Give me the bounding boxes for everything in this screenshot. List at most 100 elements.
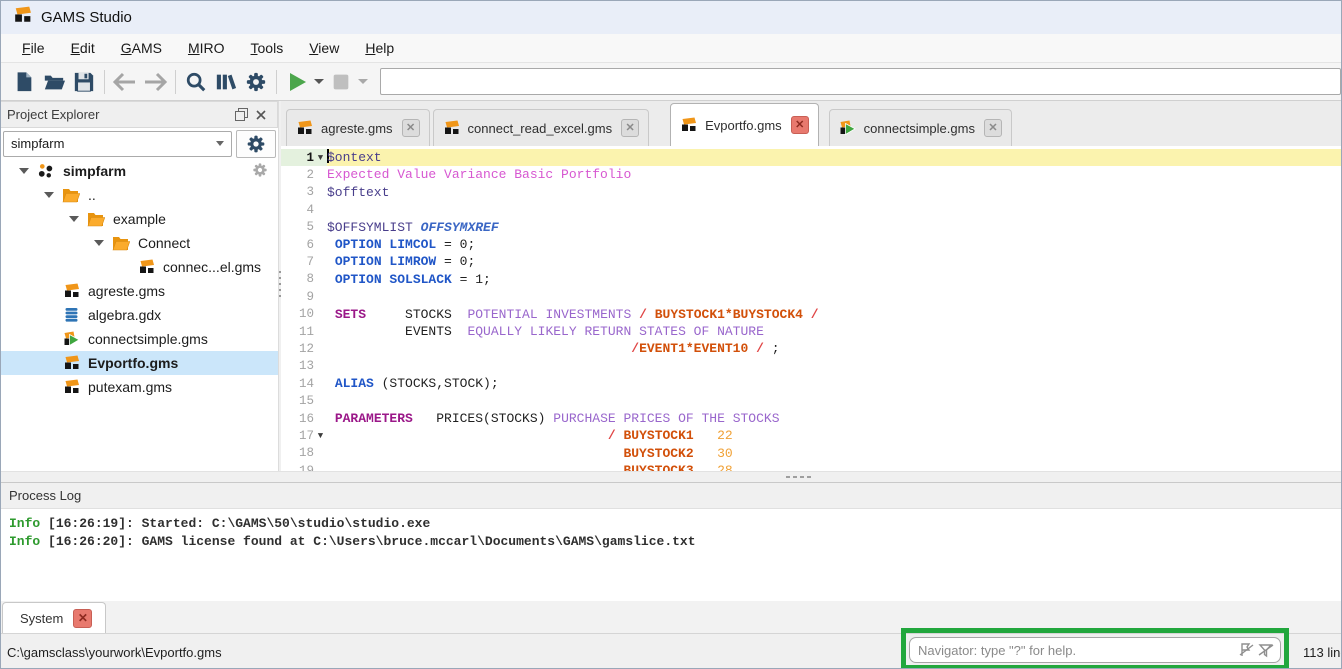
code-token: = 0; bbox=[436, 237, 475, 252]
save-icon[interactable] bbox=[69, 67, 99, 97]
tree-item-algebra-gdx[interactable]: algebra.gdx bbox=[1, 303, 278, 327]
editor-pane: agreste.gms✕connect_read_excel.gms✕ Evpor… bbox=[281, 101, 1341, 471]
project-options-button[interactable] bbox=[236, 130, 276, 158]
close-icon[interactable]: ✕ bbox=[621, 119, 639, 137]
horizontal-splitter[interactable] bbox=[1, 471, 1341, 482]
run-dropdown-icon[interactable] bbox=[312, 70, 326, 94]
tree-item-connec-el-gms[interactable]: connec...el.gms bbox=[1, 255, 278, 279]
window-title: GAMS Studio bbox=[41, 9, 132, 26]
menu-edit[interactable]: Edit bbox=[58, 37, 108, 59]
close-icon[interactable]: ✕ bbox=[984, 119, 1002, 137]
tab-evportfo-gms[interactable]: Evportfo.gms✕ bbox=[670, 103, 819, 146]
line-number-gutter: 13 bbox=[281, 358, 327, 375]
code-line-8[interactable]: 8 OPTION SOLSLACK = 1; bbox=[281, 271, 1341, 288]
tree-item-evportfo-gms[interactable]: Evportfo.gms bbox=[1, 351, 278, 375]
tree-item-label: putexam.gms bbox=[88, 379, 172, 395]
code-text: BUYSTOCK2 30 bbox=[327, 445, 1341, 462]
menu-gams[interactable]: GAMS bbox=[108, 37, 175, 59]
tab-system[interactable]: System ✕ bbox=[2, 602, 106, 633]
menu-miro[interactable]: MIRO bbox=[175, 37, 238, 59]
code-line-3[interactable]: 3$offtext bbox=[281, 184, 1341, 201]
tree-item-label: .. bbox=[88, 187, 96, 203]
navigator-input[interactable] bbox=[918, 643, 1237, 658]
code-text: SETS STOCKS POTENTIAL INVESTMENTS / BUYS… bbox=[327, 306, 1341, 323]
splitter-grip-dash bbox=[800, 476, 804, 478]
code-line-13[interactable]: 13 bbox=[281, 358, 1341, 375]
tree-item-agreste-gms[interactable]: agreste.gms bbox=[1, 279, 278, 303]
process-log-body[interactable]: Info [16:26:19]: Started: C:\GAMS\50\stu… bbox=[1, 509, 1341, 601]
line-number: 15 bbox=[299, 394, 314, 408]
code-line-9[interactable]: 9 bbox=[281, 288, 1341, 305]
close-icon[interactable]: ✕ bbox=[402, 119, 420, 137]
code-line-4[interactable]: 4 bbox=[281, 201, 1341, 218]
code-line-6[interactable]: 6 OPTION LIMCOL = 0; bbox=[281, 236, 1341, 253]
code-token: 28 bbox=[717, 463, 733, 471]
code-line-5[interactable]: 5$OFFSYMLIST OFFSYMXREF bbox=[281, 219, 1341, 236]
crossed-flag-icon bbox=[1237, 641, 1256, 659]
code-line-14[interactable]: 14 ALIAS (STOCKS,STOCK); bbox=[281, 375, 1341, 392]
code-token bbox=[413, 220, 421, 235]
search-icon[interactable] bbox=[181, 67, 211, 97]
code-line-15[interactable]: 15 bbox=[281, 392, 1341, 409]
code-token bbox=[327, 428, 608, 443]
code-token bbox=[327, 254, 335, 269]
code-line-16[interactable]: 16 PARAMETERS PRICES(STOCKS) PURCHASE PR… bbox=[281, 410, 1341, 427]
tree-item-example[interactable]: example bbox=[1, 207, 278, 231]
menu-view[interactable]: View bbox=[296, 37, 352, 59]
line-number: 16 bbox=[299, 412, 314, 426]
code-line-11[interactable]: 11 EVENTS EQUALLY LIKELY RETURN STATES O… bbox=[281, 323, 1341, 340]
code-token bbox=[327, 237, 335, 252]
tab-connectsimple-gms[interactable]: connectsimple.gms✕ bbox=[829, 109, 1012, 146]
stop-icon bbox=[326, 67, 356, 97]
code-line-1[interactable]: 1▼$ontext bbox=[281, 149, 1341, 166]
close-panel-icon[interactable] bbox=[251, 106, 271, 124]
close-icon[interactable]: ✕ bbox=[791, 116, 809, 134]
tree-item-simpfarm[interactable]: simpfarm bbox=[1, 159, 278, 183]
fold-arrow-icon[interactable]: ▼ bbox=[314, 431, 327, 441]
tab-agreste-gms[interactable]: agreste.gms✕ bbox=[286, 109, 430, 146]
project-icon bbox=[36, 162, 56, 180]
run-icon[interactable] bbox=[282, 67, 312, 97]
code-token: BUYSTOCK3 bbox=[623, 463, 693, 471]
tree-expander-icon[interactable] bbox=[11, 168, 36, 174]
tree-expander-icon[interactable] bbox=[61, 216, 86, 222]
fold-arrow-icon[interactable]: ▼ bbox=[314, 153, 327, 163]
open-file-icon[interactable] bbox=[39, 67, 69, 97]
forward-icon[interactable] bbox=[140, 67, 170, 97]
menu-file[interactable]: File bbox=[9, 37, 58, 59]
code-line-7[interactable]: 7 OPTION LIMROW = 0; bbox=[281, 253, 1341, 270]
back-icon[interactable] bbox=[110, 67, 140, 97]
close-icon[interactable]: ✕ bbox=[73, 609, 92, 628]
tree-expander-icon[interactable] bbox=[86, 240, 111, 246]
code-line-2[interactable]: 2Expected Value Variance Basic Portfolio bbox=[281, 166, 1341, 183]
code-line-19[interactable]: 19 BUYSTOCK3 28 bbox=[281, 462, 1341, 471]
model-library-icon[interactable] bbox=[211, 67, 241, 97]
tab-connect-read-excel-gms[interactable]: connect_read_excel.gms✕ bbox=[433, 109, 650, 146]
tree-item-connectsimple-gms[interactable]: connectsimple.gms bbox=[1, 327, 278, 351]
stop-dropdown-icon[interactable] bbox=[356, 70, 370, 94]
code-token: BUYSTOCK1*BUYSTOCK4 bbox=[655, 307, 803, 322]
code-token bbox=[327, 341, 631, 356]
code-line-17[interactable]: 17▼ / BUYSTOCK1 22 bbox=[281, 427, 1341, 444]
menu-tools[interactable]: Tools bbox=[238, 37, 297, 59]
line-number: 13 bbox=[299, 359, 314, 373]
tree-item-connect[interactable]: Connect bbox=[1, 231, 278, 255]
settings-gear-icon[interactable] bbox=[241, 67, 271, 97]
code-token: = 1; bbox=[452, 272, 491, 287]
navigator-field[interactable] bbox=[909, 637, 1281, 663]
toolbar bbox=[1, 63, 1341, 101]
code-line-18[interactable]: 18 BUYSTOCK2 30 bbox=[281, 445, 1341, 462]
parameter-input[interactable] bbox=[380, 68, 1341, 95]
tree-item-putexam-gms[interactable]: putexam.gms bbox=[1, 375, 278, 399]
new-file-icon[interactable] bbox=[9, 67, 39, 97]
float-panel-icon[interactable] bbox=[231, 106, 251, 124]
tree-item--[interactable]: .. bbox=[1, 183, 278, 207]
code-line-12[interactable]: 12 /EVENT1*EVENT10 / ; bbox=[281, 340, 1341, 357]
code-line-10[interactable]: 10 SETS STOCKS POTENTIAL INVESTMENTS / B… bbox=[281, 306, 1341, 323]
project-gear-icon[interactable] bbox=[252, 162, 268, 181]
menu-help[interactable]: Help bbox=[352, 37, 407, 59]
code-editor[interactable]: 1▼$ontext2Expected Value Variance Basic … bbox=[281, 146, 1341, 471]
tree-expander-icon[interactable] bbox=[36, 192, 61, 198]
project-selector-dropdown[interactable]: simpfarm bbox=[3, 131, 232, 157]
log-level-label: Info bbox=[9, 534, 40, 549]
